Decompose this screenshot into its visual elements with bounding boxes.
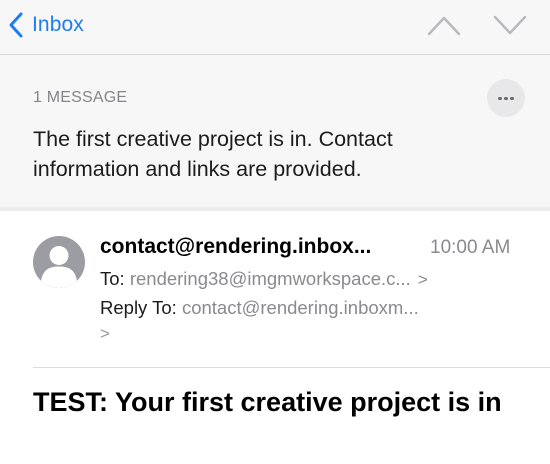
- chevron-left-icon: [9, 12, 23, 38]
- previous-message-button[interactable]: [426, 11, 462, 39]
- message-count: 1 MESSAGE: [33, 89, 128, 106]
- person-avatar-icon: [41, 246, 77, 288]
- next-message-button[interactable]: [492, 11, 528, 39]
- expand-details-chevron-icon[interactable]: >: [100, 324, 110, 344]
- back-button-label: Inbox: [32, 13, 84, 36]
- to-label: To:: [100, 268, 125, 289]
- reply-to-address: contact@rendering.inboxm...: [181, 297, 419, 318]
- message-subject: TEST: Your first creative project is in: [33, 387, 502, 417]
- reply-to-row[interactable]: Reply To: contact@rendering.inboxm...: [100, 297, 419, 319]
- message-time: 10:00 AM: [430, 237, 511, 258]
- chevron-up-icon: [427, 16, 461, 36]
- back-to-inbox-button[interactable]: Inbox: [8, 8, 84, 42]
- recipient-row[interactable]: To: rendering38@imgmworkspace.c... >: [100, 268, 428, 290]
- sender-address[interactable]: contact@rendering.inbox...: [100, 235, 371, 259]
- reply-to-label: Reply To:: [100, 297, 177, 318]
- chevron-right-icon: >: [417, 270, 428, 289]
- sender-avatar[interactable]: [33, 236, 85, 288]
- more-options-button[interactable]: [487, 79, 525, 117]
- thread-summary: The first creative project is in. Contac…: [33, 127, 393, 181]
- message-card: contact@rendering.inbox... 10:00 AM To: …: [0, 211, 550, 464]
- mail-message-screen: Inbox 1 MESSAGE The first creative proje…: [0, 0, 550, 464]
- header-divider: [33, 367, 550, 368]
- chevron-down-icon: [493, 15, 527, 35]
- thread-header: 1 MESSAGE The first creative project is …: [0, 55, 550, 207]
- navigation-bar: Inbox: [0, 0, 550, 55]
- to-address: rendering38@imgmworkspace.c...: [129, 268, 411, 289]
